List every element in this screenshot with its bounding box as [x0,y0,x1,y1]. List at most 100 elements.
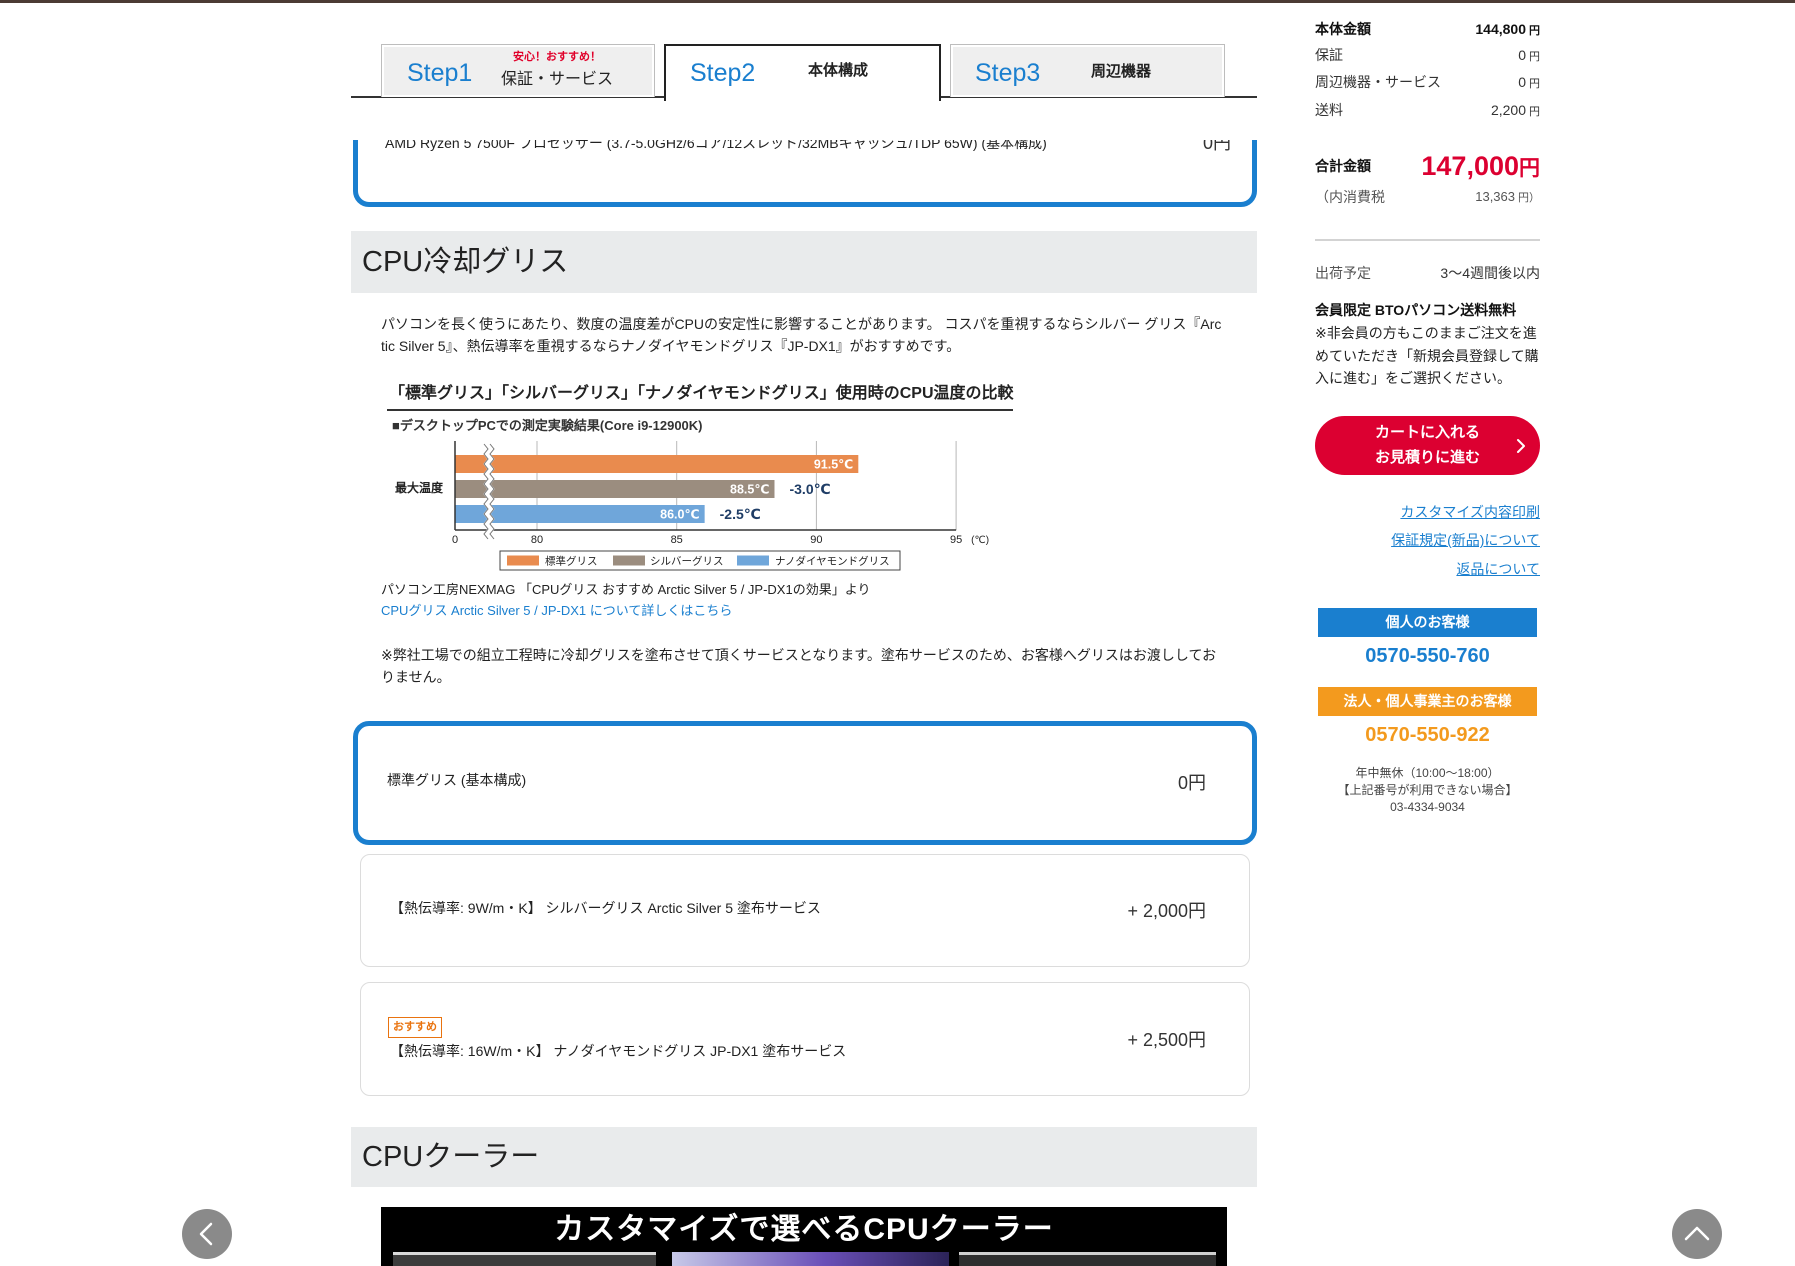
summary-amount: 0 [1518,46,1526,63]
tab-step3-label: 周辺機器 [1091,63,1152,80]
summary-unit: 円 [1529,50,1540,63]
summary-unit: 円 [1529,105,1540,118]
print-customize-link-row: カスタマイズ内容印刷 [1315,503,1540,521]
grease-intro: パソコンを長く使うにあたり、数度の温度差がCPUの安定性に影響することがあります… [381,313,1227,357]
bar-1 [455,455,859,473]
print-customize-link[interactable]: カスタマイズ内容印刷 [1400,504,1540,520]
x-tick-label: 0 [452,534,458,546]
bar-diff-label: -2.5℃ [720,506,761,522]
summary-unit: 円 [1529,77,1540,90]
cooler-image-2 [672,1252,949,1266]
summary-label: 周辺機器・サービス [1315,74,1441,90]
chart-y-label: 最大温度 [395,481,444,495]
chart-subtitle: ■デスクトップPCでの測定実験結果(Core i9-12900K) [392,418,703,433]
grease-option-nanodiamond[interactable]: おすすめ 【熱伝導率: 16W/m・K】 ナノダイヤモンドグリス JP-DX1 … [360,982,1250,1096]
tab-step1[interactable]: Step1 安心！おすすめ！ 保証・サービス [381,44,655,97]
grease-detail-link[interactable]: CPUグリス Arctic Silver 5 / JP-DX1 について詳しくは… [381,602,732,620]
chevron-up-icon [1684,1226,1710,1241]
summary-label: 保証 [1315,47,1343,63]
summary-amount: 0 [1518,73,1526,90]
total-row: 合計金額 147,000円 [1315,150,1540,182]
legend-swatch [737,555,769,566]
member-note-line: 入に進む」をご選択ください。 [1315,370,1511,386]
member-note: ※非会員の方もこのままご注文を進 めていただき「新規会員登録して購 入に進む」を… [1315,322,1540,390]
legend-label: シルバーグリス [650,555,724,568]
summary-unit: 円 [1529,24,1540,37]
summary-value: 0円 [1518,47,1540,64]
cooler-image-1 [393,1252,656,1266]
scroll-top-button[interactable] [1672,1209,1722,1259]
return-policy-link[interactable]: 返品について [1456,561,1540,577]
x-tick-label: 95 [950,534,962,546]
grease-intro-line: tic Silver 5』、熱伝導率を重視するならナノダイヤモンドグリス『JP-… [381,338,961,354]
bar-diff-label: -3.0℃ [789,481,830,497]
x-tick-label: 90 [810,534,822,546]
return-policy-link-row: 返品について [1315,560,1540,578]
grease-option-label: 標準グリス (基本構成) [387,772,527,788]
total-label: 合計金額 [1315,158,1371,174]
tax-amount: 13,363 [1475,189,1515,204]
tab-step1-badge: 安心！おすすめ！ [513,51,601,63]
bar-value-label: 88.5℃ [730,483,769,497]
member-note-line: ※非会員の方もこのままご注文を進 [1315,325,1537,341]
tax-unit: 円） [1518,192,1540,204]
summary-row-warranty: 保証 0円 [1315,46,1540,64]
legend-label: 標準グリス [545,555,598,568]
summary-row-shipping: 送料 2,200 円 [1315,101,1540,119]
prev-button[interactable] [182,1209,232,1259]
section-title-cpu-cooler: CPUクーラー [351,1127,1257,1187]
grease-temperature-chart: 0 80 85 90 95 (℃) 91.5℃ 88.5℃ -3.0℃ 86.0℃ -2.5℃ 標準グ… [452,441,989,571]
grease-option-standard[interactable]: 標準グリス (基本構成) 0円 [353,721,1257,845]
grease-option-label: 【熱伝導率: 16W/m・K】 ナノダイヤモンドグリス JP-DX1 塗布サービ… [390,1043,847,1059]
bar-value-label: 91.5℃ [814,458,853,472]
tab-step2[interactable]: Step2 本体構成 [664,44,941,101]
summary-label: 本体金額 [1315,21,1371,37]
summary-value: 0円 [1518,74,1540,91]
business-contact-header: 法人・個人事業主のお客様 [1318,687,1537,716]
grease-note-line: ※弊社工場での組立工程時に冷却グリスを塗布させて頂くサービスとなります。塗布サー… [381,647,1217,663]
total-value: 147,000円 [1421,151,1540,182]
tab-step2-label: 本体構成 [808,62,869,79]
section-title-cpu-grease: CPU冷却グリス [351,231,1257,293]
personal-phone[interactable]: 0570-550-760 [1318,645,1537,667]
tab-step3[interactable]: Step3 周辺機器 [950,44,1225,97]
x-tick-label: 80 [531,534,543,546]
summary-divider [1315,239,1540,241]
business-phone[interactable]: 0570-550-922 [1318,724,1537,746]
personal-contact-header: 個人のお客様 [1318,608,1537,637]
grease-option-label: 【熱伝導率: 9W/m・K】 シルバーグリス Arctic Silver 5 塗… [390,900,821,916]
alt-phone: 03-4334-9034 [1390,800,1465,814]
legend-swatch [507,555,539,566]
summary-value: 144,800 円 [1475,21,1540,38]
grease-option-price: + 2,000円 [1127,901,1206,921]
chart-source: パソコン工房NEXMAG 「CPUグリス おすすめ Arctic Silver … [381,582,871,597]
alt-phone-label: 【上記番号が利用できない場合】 [1337,783,1518,797]
grease-note: ※弊社工場での組立工程時に冷却グリスを塗布させて頂くサービスとなります。塗布サー… [381,644,1227,688]
summary-amount: 2,200 [1490,101,1526,118]
ship-label: 出荷予定 [1315,265,1371,281]
tab-step1-label: 保証・サービス [500,71,613,88]
shipping-schedule-row: 出荷予定 3～4週間後以内 [1315,264,1540,282]
tab-step3-number: Step3 [975,59,1041,87]
bar-2 [455,480,775,498]
warranty-terms-link-row: 保証規定(新品)について [1315,531,1540,549]
recommend-badge: おすすめ [388,1017,442,1038]
chevron-right-icon [1517,439,1525,453]
tax-row: （内消費税 13,363 円） [1315,188,1540,206]
grease-intro-line: パソコンを長く使うにあたり、数度の温度差がCPUの安定性に影響することがあります… [381,316,1222,332]
cart-button-line2: お見積りに進む [1374,449,1480,466]
cooler-image-3 [959,1252,1216,1266]
grease-option-price: 0円 [1177,773,1206,793]
grease-option-silver[interactable]: 【熱伝導率: 9W/m・K】 シルバーグリス Arctic Silver 5 塗… [360,854,1250,967]
add-to-cart-button[interactable]: カートに入れる お見積りに進む [1315,416,1540,475]
summary-value: 2,200 円 [1491,102,1540,119]
chart-title: 「標準グリス」「シルバーグリス」「ナノダイヤモンドグリス」使用時のCPU温度の比… [389,385,1014,402]
legend-swatch [613,555,645,566]
summary-amount: 144,800 [1475,20,1526,37]
tab-step1-number: Step1 [407,59,473,87]
cooler-banner[interactable]: カスタマイズで選べるCPUクーラー [381,1207,1227,1266]
warranty-terms-link[interactable]: 保証規定(新品)について [1391,532,1540,548]
cooler-banner-title: カスタマイズで選べるCPUクーラー [554,1213,1054,1246]
chevron-left-icon [199,1222,213,1246]
tab-step1-text: 安心！おすすめ！ 保証・サービス [497,50,617,90]
